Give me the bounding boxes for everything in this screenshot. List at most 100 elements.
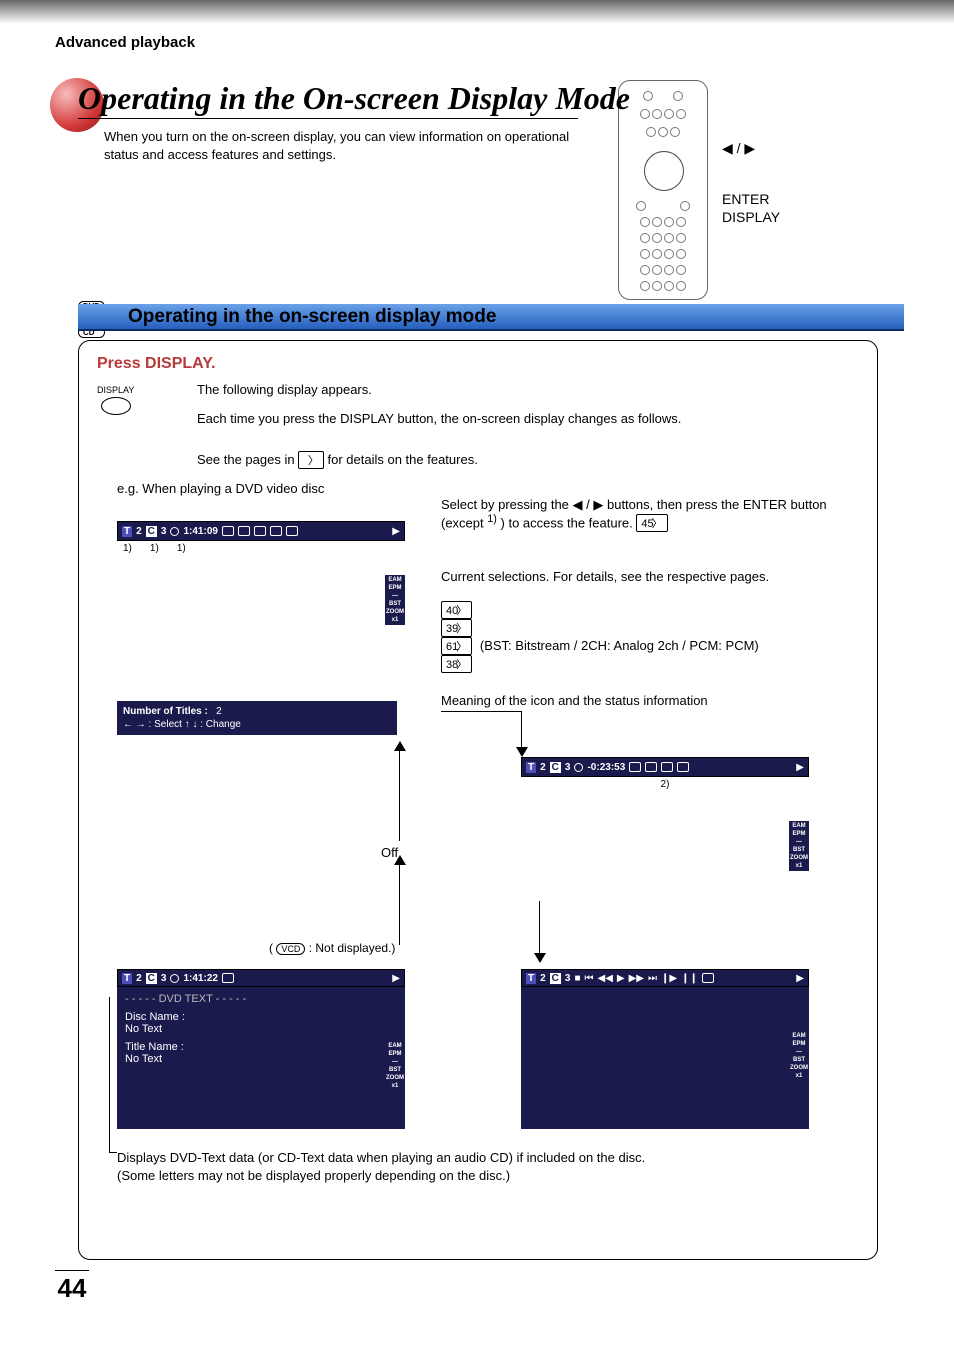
mini-icon xyxy=(661,762,673,772)
footnote-1a: 1) xyxy=(123,543,132,554)
vcd-note-b: : Not displayed.) xyxy=(309,941,396,955)
footnote-1b: 1) xyxy=(150,543,159,554)
footnote-line-b: (Some letters may not be displayed prope… xyxy=(117,1167,645,1185)
osd1-c-badge: C xyxy=(146,526,157,537)
callout-select-sup: 1) xyxy=(487,513,497,525)
num-titles-value: 2 xyxy=(216,706,222,717)
side-epm: EPM xyxy=(386,1051,404,1057)
osd-bar-1: T 2 C 3 1:41:09 ▶ xyxy=(117,521,405,541)
side-zoom: ZOOM xyxy=(386,1075,404,1081)
top-gradient xyxy=(0,0,954,24)
see-pages-line: See the pages in for details on the feat… xyxy=(197,451,859,469)
osd2-c-badge: C xyxy=(550,762,561,773)
osd1-time: 1:41:09 xyxy=(183,526,217,537)
callout-select-a: Select by pressing the xyxy=(441,497,569,512)
osd2-c-num: 3 xyxy=(565,762,571,773)
osd-bar-2: T 2 C 3 -0:23:53 ▶ xyxy=(521,757,809,777)
osd2-footnote: 2) xyxy=(521,779,809,790)
play-icon: ▶ xyxy=(392,526,400,537)
osd3-time: 1:41:22 xyxy=(183,973,217,984)
mini-icon xyxy=(702,973,714,983)
side-zoom: ZOOM xyxy=(790,855,808,861)
hline-footnote xyxy=(109,1152,117,1153)
clock-icon xyxy=(170,527,179,536)
press-display-heading: Press DISPLAY. xyxy=(97,355,859,373)
osd4-c-num: 3 xyxy=(565,973,571,984)
osd2-t-badge: T xyxy=(526,762,536,773)
clock-icon xyxy=(574,763,583,772)
side-x1: x1 xyxy=(386,617,404,623)
remote-arrows-hint: ◀ / ▶ xyxy=(722,140,755,157)
page-39-box: 39 xyxy=(441,619,472,637)
side-bst: BST xyxy=(386,601,404,607)
osd2-time: -0:23:53 xyxy=(587,762,625,773)
osd3-t-badge: T xyxy=(122,973,132,984)
osd-bar-1-wrap: T 2 C 3 1:41:09 ▶ 1) 1) 1) xyxy=(117,521,405,554)
select-change-hint: ← → : Select ↑ ↓ : Change xyxy=(123,719,241,730)
side-icons-3: EAM EPM — BST ZOOM x1 xyxy=(385,1041,405,1091)
title-name-label: Title Name : xyxy=(125,1041,397,1053)
play-icon: ▶ xyxy=(796,973,804,984)
play-icon: ▶ xyxy=(392,973,400,984)
osd1-t-badge: T xyxy=(122,526,132,537)
arrow-down-2 xyxy=(539,901,540,953)
play-icon: ▶ xyxy=(796,762,804,773)
footnote-line-a: Displays DVD-Text data (or CD-Text data … xyxy=(117,1149,645,1167)
enter-label: ENTER xyxy=(722,190,780,208)
mini-icon xyxy=(677,762,689,772)
subtitle-icon xyxy=(238,526,250,536)
see-pages-text-b: for details on the features. xyxy=(328,452,478,467)
display-label: DISPLAY xyxy=(722,208,780,226)
disc-name-value: No Text xyxy=(125,1023,397,1035)
side-icons-1: EAM EPM — BST ZOOM x1 xyxy=(385,575,405,625)
section-banner: Operating in the on-screen display mode xyxy=(78,304,904,331)
num-titles-label: Number of Titles : xyxy=(123,706,208,717)
side-epm: EPM xyxy=(386,585,404,591)
audio-icon xyxy=(222,526,234,536)
play-icon-small: ▶ xyxy=(617,973,625,984)
intro-text: When you turn on the on-screen display, … xyxy=(104,128,604,163)
side-bst: BST xyxy=(386,1067,404,1073)
bitrate-icon xyxy=(270,526,282,536)
arrow-up-2 xyxy=(399,865,400,945)
vcd-oval-badge: VCD xyxy=(276,943,305,955)
page-title: Operating in the On-screen Display Mode xyxy=(78,80,630,117)
rew-icon: ◀◀ xyxy=(598,973,613,984)
playback-panel: T 2 C 3 ■ ⏮ ◀◀ ▶ ▶▶ ⏭ ❙▶ ❙❙ ▶ xyxy=(521,969,809,1129)
banner-title: Operating in the on-screen display mode xyxy=(128,306,496,328)
mini-icon xyxy=(629,762,641,772)
page-38-box: 38 xyxy=(441,655,472,673)
side-zoom: ZOOM xyxy=(790,1065,808,1071)
side-epm: EPM xyxy=(790,1041,808,1047)
next-icon: ⏭ xyxy=(648,973,657,984)
side-eam: EAM xyxy=(386,1043,404,1049)
side-eam: EAM xyxy=(386,577,404,583)
osd1-t-num: 2 xyxy=(136,526,142,537)
side-bst: BST xyxy=(790,1057,808,1063)
remote-side-labels: ENTER DISPLAY xyxy=(722,190,780,226)
page-40-box: 40 xyxy=(441,601,472,619)
display-description: The following display appears. Each time… xyxy=(197,381,859,429)
footnote-1c: 1) xyxy=(177,543,186,554)
vcd-note-a: ( xyxy=(269,941,273,955)
pause-icon: ❙❙ xyxy=(681,973,698,984)
lr-icon: ◀ / ▶ xyxy=(573,497,607,512)
page-box-icon xyxy=(298,451,324,469)
footnote-block: Displays DVD-Text data (or CD-Text data … xyxy=(117,1149,645,1185)
arrow-down-1 xyxy=(521,711,522,747)
side-x1: x1 xyxy=(790,1073,808,1079)
side-epm: EPM xyxy=(790,831,808,837)
title-underline xyxy=(78,118,578,119)
side-x1: x1 xyxy=(790,863,808,869)
display-line2: Each time you press the DISPLAY button, … xyxy=(197,410,859,429)
osd1-footnotes: 1) 1) 1) xyxy=(123,543,405,554)
vline-footnote xyxy=(109,997,110,1152)
display-button-label: DISPLAY xyxy=(97,385,134,395)
osd1-c-num: 3 xyxy=(161,526,167,537)
page-list: 40 39 61 (BST: Bitstream / 2CH: Analog 2… xyxy=(441,601,759,673)
side-eam: EAM xyxy=(790,823,808,829)
hline-1 xyxy=(441,711,521,712)
osd3-c-num: 3 xyxy=(161,973,167,984)
osd2-t-num: 2 xyxy=(540,762,546,773)
instruction-box: Press DISPLAY. DISPLAY The following dis… xyxy=(78,340,878,1260)
